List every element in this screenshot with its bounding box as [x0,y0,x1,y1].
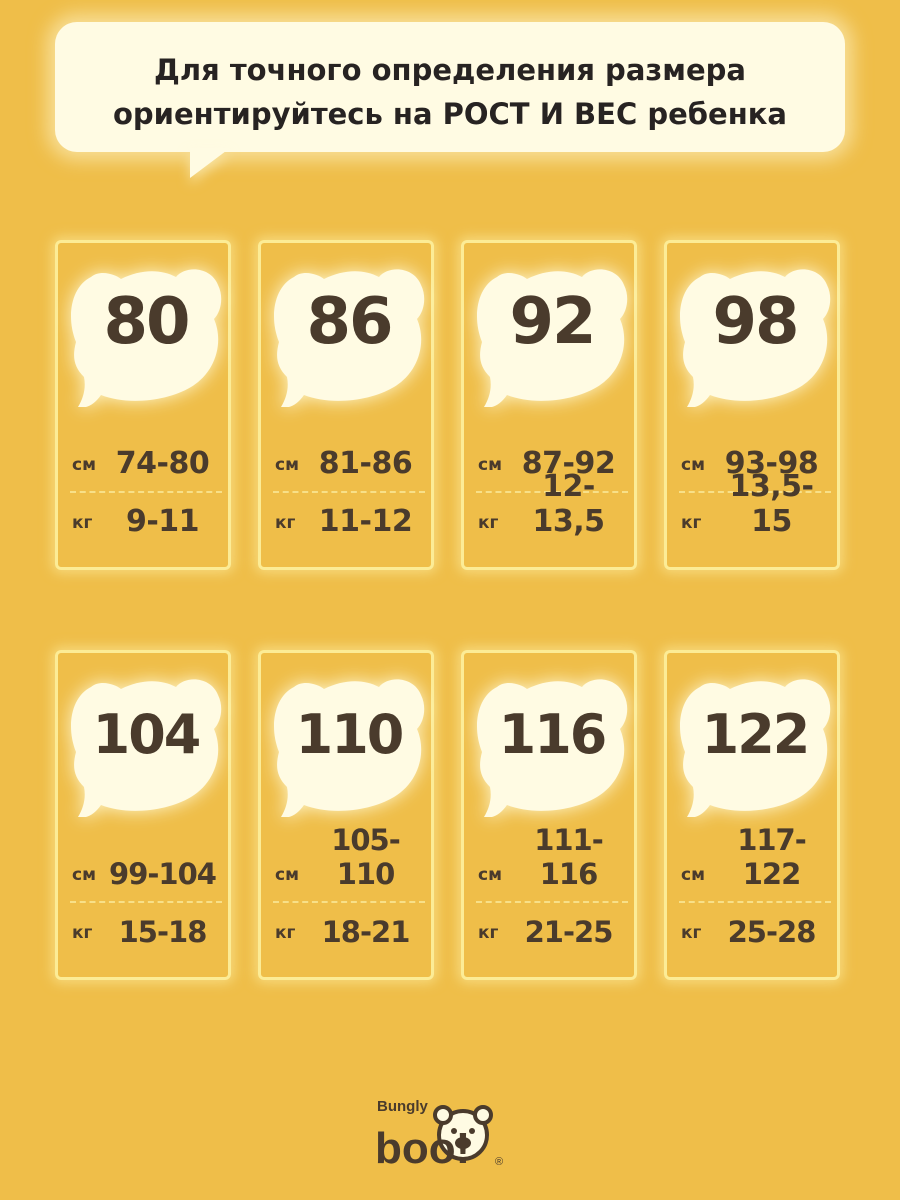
dashed-divider [476,901,628,903]
weight-range: 21-25 [524,915,614,949]
brand-logo: Bungly boo! ® [375,1085,535,1175]
height-unit: см [478,455,502,475]
height-row: см 117-122 [681,823,829,893]
height-unit: см [275,865,299,885]
weight-row: кг 11-12 [275,501,423,541]
bear-head-badge: 104 [66,667,226,817]
size-number: 110 [295,703,405,766]
bear-head-badge: 80 [66,257,226,407]
height-unit: см [681,865,705,885]
size-number: 86 [306,285,393,359]
bear-head-badge: 86 [269,257,429,407]
height-range: 74-80 [115,446,210,481]
size-card: 98 см 93-98 кг 13,5-15 [664,240,840,570]
weight-range: 11-12 [318,504,413,539]
bear-head-badge: 122 [675,667,835,817]
weight-unit: кг [275,513,296,533]
height-row: см 74-80 [72,443,220,483]
height-range: 81-86 [318,446,413,481]
size-card: 92 см 87-92 кг 12-13,5 [461,240,637,570]
size-number: 92 [509,285,596,359]
height-unit: см [478,865,502,885]
height-row: см 105-110 [275,823,423,893]
size-number: 98 [712,285,799,359]
weight-unit: кг [72,513,93,533]
logo-registered-mark: ® [495,1156,503,1168]
logo-big-text: boo! [375,1124,470,1173]
dashed-divider [70,901,222,903]
logo-small-text: Bungly [377,1098,428,1115]
bear-head-badge: 98 [675,257,835,407]
height-unit: см [72,455,96,475]
height-range: 99-104 [109,857,217,891]
weight-range: 12-13,5 [532,469,605,539]
height-unit: см [275,455,299,475]
height-row: см 81-86 [275,443,423,483]
size-card: 86 см 81-86 кг 11-12 [258,240,434,570]
weight-row: кг 21-25 [478,911,626,951]
bear-logo-icon: Bungly boo! ® [375,1098,503,1173]
weight-unit: кг [72,923,93,943]
header-line-1: Для точного определения размера [154,53,746,87]
header-line-2: ориентируйтесь на РОСТ И ВЕС ребенка [113,97,787,131]
weight-range: 18-21 [321,915,411,949]
weight-row: кг 18-21 [275,911,423,951]
height-range: 105-110 [331,823,401,891]
weight-range: 9-11 [125,504,200,539]
height-range: 111-116 [534,823,604,891]
weight-range: 13,5-15 [729,469,814,539]
weight-row: кг 9-11 [72,501,220,541]
size-number: 80 [103,285,190,359]
weight-unit: кг [478,923,499,943]
bear-head-badge: 92 [472,257,632,407]
weight-row: кг 15-18 [72,911,220,951]
height-row: см 111-116 [478,823,626,893]
weight-row: кг 25-28 [681,911,829,951]
bear-head-badge: 110 [269,667,429,817]
bear-head-badge: 116 [472,667,632,817]
size-card: 104 см 99-104 кг 15-18 [55,650,231,980]
size-card: 122 см 117-122 кг 25-28 [664,650,840,980]
dashed-divider [273,901,425,903]
height-unit: см [681,455,705,475]
header-text: Для точного определения размера ориентир… [55,48,845,136]
weight-unit: кг [478,513,499,533]
dashed-divider [70,491,222,493]
weight-row: кг 13,5-15 [681,469,829,541]
size-number: 122 [701,703,811,766]
weight-unit: кг [681,513,702,533]
height-unit: см [72,865,96,885]
weight-unit: кг [275,923,296,943]
dashed-divider [679,901,831,903]
size-number: 104 [92,703,202,766]
speech-bubble-tail [190,148,230,178]
dashed-divider [273,491,425,493]
weight-range: 25-28 [727,915,817,949]
weight-row: кг 12-13,5 [478,469,626,541]
size-card: 80 см 74-80 кг 9-11 [55,240,231,570]
height-row: см 99-104 [72,853,220,893]
height-range: 117-122 [737,823,807,891]
size-card: 116 см 111-116 кг 21-25 [461,650,637,980]
weight-range: 15-18 [118,915,208,949]
header-speech-bubble: Для точного определения размера ориентир… [55,22,845,152]
size-card: 110 см 105-110 кг 18-21 [258,650,434,980]
size-number: 116 [498,703,608,766]
weight-unit: кг [681,923,702,943]
